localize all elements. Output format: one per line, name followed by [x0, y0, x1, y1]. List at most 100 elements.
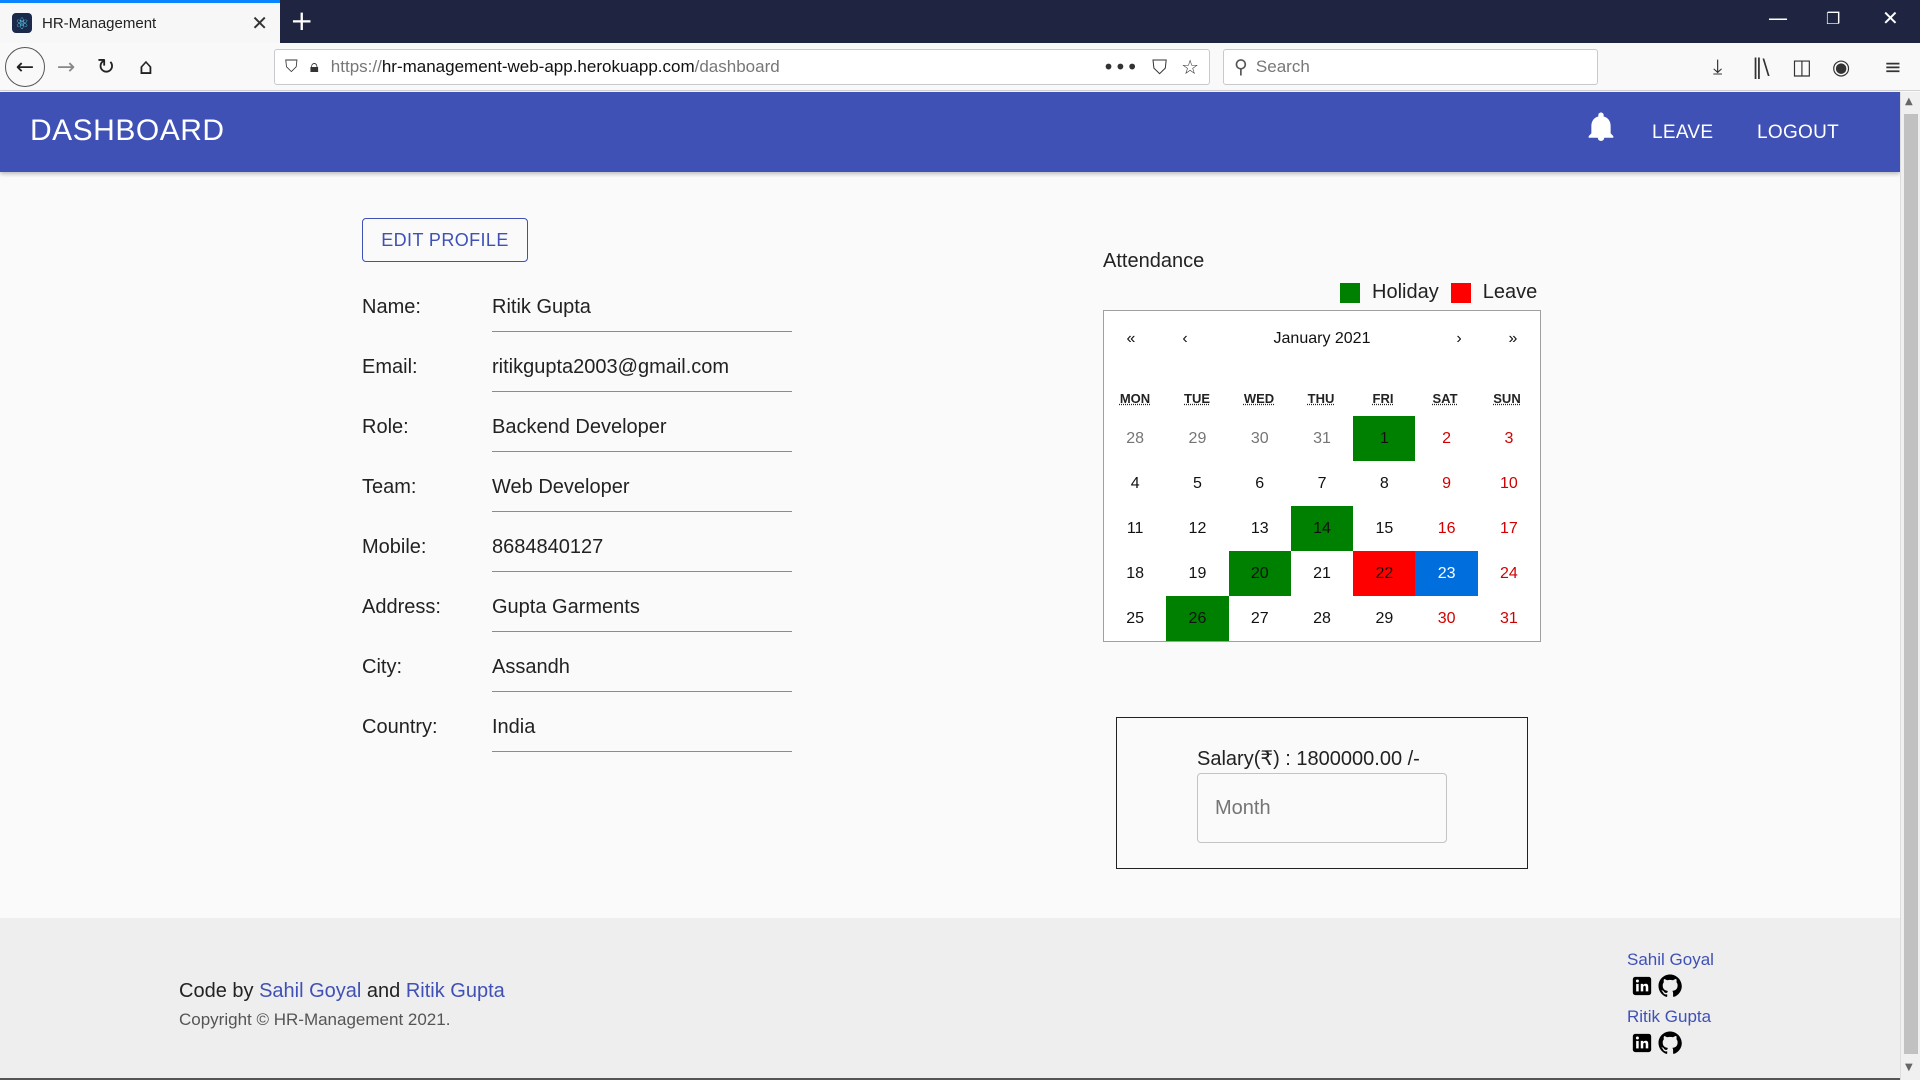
- calendar-day[interactable]: 3: [1478, 416, 1540, 461]
- notification-bell-icon[interactable]: [1588, 112, 1614, 142]
- library-icon[interactable]: ‖\: [1752, 55, 1770, 79]
- linkedin-icon[interactable]: [1632, 1033, 1652, 1053]
- pocket-icon[interactable]: ⛉: [1152, 55, 1167, 79]
- tab-close-icon[interactable]: ✕: [251, 11, 268, 35]
- prev-year-button[interactable]: «: [1104, 330, 1158, 348]
- home-icon[interactable]: ⌂: [128, 49, 164, 85]
- calendar-day[interactable]: 5: [1166, 461, 1228, 506]
- profile-field-value: 8684840127: [492, 536, 792, 572]
- github-icon[interactable]: [1658, 1031, 1682, 1055]
- calendar-day[interactable]: 30: [1229, 416, 1291, 461]
- calendar-day[interactable]: 16: [1415, 506, 1477, 551]
- next-month-button[interactable]: ›: [1432, 330, 1486, 348]
- calendar-day[interactable]: 31: [1478, 596, 1540, 641]
- page-scrollbar[interactable]: ▲ ▼: [1900, 92, 1920, 1080]
- calendar-day[interactable]: 15: [1353, 506, 1415, 551]
- sidebar-icon[interactable]: ◫: [1792, 55, 1812, 79]
- edit-profile-button[interactable]: EDIT PROFILE: [362, 218, 528, 262]
- calendar-day[interactable]: 4: [1104, 461, 1166, 506]
- calendar-month-label[interactable]: January 2021: [1212, 330, 1432, 348]
- scroll-up-icon[interactable]: ▲: [1905, 96, 1913, 107]
- footer-sahil-name[interactable]: Sahil Goyal: [1627, 950, 1714, 970]
- author-sahil-link[interactable]: Sahil Goyal: [259, 980, 361, 1002]
- reload-icon[interactable]: ↻: [88, 49, 124, 85]
- calendar-day[interactable]: 21: [1291, 551, 1353, 596]
- browser-tab[interactable]: ⚛ HR-Management ✕: [0, 0, 280, 43]
- attendance-legend: Holiday Leave: [1340, 281, 1537, 304]
- calendar-day[interactable]: 27: [1229, 596, 1291, 641]
- calendar-day[interactable]: 18: [1104, 551, 1166, 596]
- footer-ritik-name[interactable]: Ritik Gupta: [1627, 1007, 1711, 1027]
- lock-icon[interactable]: 🔒︎: [310, 57, 319, 77]
- url-text[interactable]: https://hr-management-web-app.herokuapp.…: [331, 57, 1103, 77]
- github-icon[interactable]: [1658, 974, 1682, 998]
- calendar-day[interactable]: 26: [1166, 596, 1229, 641]
- calendar-days-grid: 28 29 30 31 1 2 3 4 5 6 7 8 9 10 11 12 13 14 15 16 17 18 19 20 2…: [1104, 416, 1540, 641]
- calendar-day[interactable]: 24: [1478, 551, 1540, 596]
- month-input[interactable]: [1197, 773, 1447, 843]
- profile-field-value: Gupta Garments: [492, 596, 792, 632]
- calendar-day[interactable]: 28: [1291, 596, 1353, 641]
- next-year-button[interactable]: »: [1486, 330, 1540, 348]
- calendar-day[interactable]: 20: [1228, 551, 1291, 596]
- calendar-day[interactable]: 7: [1291, 461, 1353, 506]
- url-bar[interactable]: ⛉ 🔒︎ https://hr-management-web-app.herok…: [274, 49, 1210, 85]
- shield-icon[interactable]: ⛉: [285, 57, 298, 77]
- linkedin-icon[interactable]: [1632, 976, 1652, 996]
- calendar-day[interactable]: 14: [1290, 506, 1354, 551]
- calendar-day[interactable]: 28: [1104, 416, 1166, 461]
- profile-field-row: City: Assandh: [362, 648, 792, 692]
- calendar-day[interactable]: 29: [1353, 596, 1415, 641]
- profile-field-row: Country: India: [362, 708, 792, 752]
- window-close-icon[interactable]: ✕: [1882, 6, 1899, 30]
- copyright-text: Copyright © HR-Management 2021.: [179, 1010, 451, 1029]
- calendar-day[interactable]: 12: [1166, 506, 1228, 551]
- minimize-icon[interactable]: —: [1768, 6, 1788, 30]
- new-tab-icon[interactable]: +: [290, 4, 313, 37]
- calendar-day[interactable]: 17: [1478, 506, 1540, 551]
- calendar-day[interactable]: 10: [1478, 461, 1540, 506]
- profile-field-value: India: [492, 716, 792, 752]
- calendar-day[interactable]: 23: [1415, 551, 1478, 596]
- calendar-day[interactable]: 19: [1166, 551, 1228, 596]
- calendar-day[interactable]: 9: [1415, 461, 1477, 506]
- browser-tab-bar: ⚛ HR-Management ✕ + — ❐ ✕: [0, 0, 1920, 43]
- nav-leave-link[interactable]: LEAVE: [1652, 122, 1713, 144]
- calendar-day[interactable]: 11: [1104, 506, 1166, 551]
- sahil-social-icons: [1632, 974, 1682, 998]
- download-icon[interactable]: ⤓: [1713, 55, 1722, 80]
- profile-field-label: City:: [362, 656, 402, 678]
- calendar-day[interactable]: 8: [1353, 461, 1415, 506]
- calendar-day[interactable]: 1: [1353, 416, 1416, 461]
- weekday-label: SAT: [1432, 391, 1458, 406]
- restore-icon[interactable]: ❐: [1826, 9, 1840, 28]
- browser-search-bar[interactable]: ⚲ Search: [1223, 49, 1598, 85]
- calendar-day[interactable]: 6: [1229, 461, 1291, 506]
- page-actions-icon[interactable]: •••: [1103, 55, 1138, 79]
- calendar-day[interactable]: 29: [1166, 416, 1228, 461]
- weekday-label: FRI: [1372, 391, 1394, 406]
- nav-logout-link[interactable]: LOGOUT: [1757, 122, 1839, 144]
- forward-arrow-icon[interactable]: →: [48, 49, 84, 85]
- account-icon[interactable]: ◉: [1832, 55, 1850, 79]
- profile-field-row: Email: ritikgupta2003@gmail.com: [362, 348, 792, 392]
- menu-hamburger-icon[interactable]: ≡: [1884, 55, 1902, 79]
- calendar-day[interactable]: 22: [1353, 551, 1416, 596]
- page-footer: Code by Sahil Goyal and Ritik Gupta Copy…: [0, 918, 1900, 1080]
- weekday-label: THU: [1307, 391, 1335, 406]
- calendar-day[interactable]: 30: [1415, 596, 1477, 641]
- attendance-calendar: « ‹ January 2021 › » MON TUE WED THU FRI SAT S…: [1103, 310, 1541, 642]
- calendar-day[interactable]: 2: [1415, 416, 1477, 461]
- search-placeholder: Search: [1255, 57, 1310, 76]
- calendar-day[interactable]: 13: [1229, 506, 1291, 551]
- prev-month-button[interactable]: ‹: [1158, 330, 1212, 348]
- calendar-day[interactable]: 31: [1291, 416, 1353, 461]
- profile-field-row: Address: Gupta Garments: [362, 588, 792, 632]
- bookmark-star-icon[interactable]: ☆: [1181, 55, 1199, 79]
- author-ritik-link[interactable]: Ritik Gupta: [406, 980, 505, 1002]
- profile-field-value: Web Developer: [492, 476, 792, 512]
- calendar-day[interactable]: 25: [1104, 596, 1166, 641]
- back-arrow-icon[interactable]: ←: [5, 47, 45, 87]
- scroll-thumb[interactable]: [1904, 114, 1918, 1054]
- scroll-down-icon[interactable]: ▼: [1905, 1062, 1913, 1073]
